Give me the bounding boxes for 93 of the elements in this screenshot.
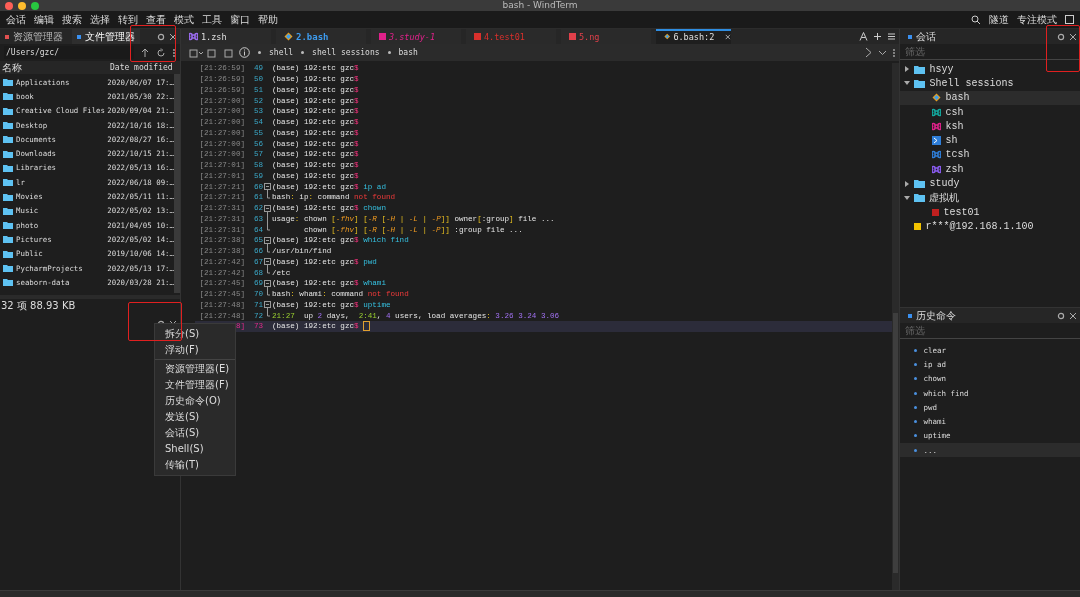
tree-item[interactable]: sh [900,133,1080,148]
tree-item[interactable]: Shell sessions [900,76,1080,91]
settings-icon[interactable] [157,32,165,41]
panel-title: 历史命令 [916,308,957,323]
copy-icon[interactable] [224,47,234,58]
menu-item[interactable]: 历史命令(O) [155,393,236,409]
column-header[interactable]: 名称 [0,60,110,75]
toolbar-button[interactable]: 专注模式 [1017,12,1057,27]
menu-item[interactable]: 帮助 [258,12,278,27]
zoom-window-button[interactable] [31,1,39,10]
filter-field[interactable]: 筛选 [900,323,1080,339]
menu-item[interactable]: 浮动(F) [155,342,236,358]
menu-item[interactable]: 传输(T) [155,457,236,473]
tree-item[interactable]: zsh [900,162,1080,177]
scrollbar[interactable] [892,63,900,590]
folder-icon [914,193,926,203]
close-icon[interactable] [169,32,177,41]
tree-item[interactable]: bash [900,90,1080,105]
menu-item[interactable]: 选择 [90,12,110,27]
terminal-tab[interactable]: 6.bash:2 [656,29,731,44]
close-window-button[interactable] [5,1,13,10]
tree-item[interactable]: tcsh [900,147,1080,163]
fold-icon[interactable] [264,234,271,246]
tree-item[interactable]: study [900,176,1080,191]
menu-item[interactable]: 查看 [146,12,166,27]
tree-item[interactable]: hsyy [900,62,1080,77]
fold-icon[interactable] [264,256,271,268]
chevron-right-icon[interactable] [865,47,874,58]
fold-icon[interactable] [264,299,271,311]
minimize-window-button[interactable] [18,1,26,10]
refresh-icon[interactable] [156,47,166,58]
menu-item[interactable]: 发送(S) [155,409,236,425]
window-title: bash - WindTerm [502,0,578,11]
settings-icon[interactable] [1057,32,1065,41]
menu-item[interactable]: 资源管理器(E) [155,361,236,377]
folder-icon [914,179,926,188]
diamond-icon [284,32,293,41]
toolbar-button[interactable]: 隧道 [989,12,1009,27]
up-arrow-icon[interactable] [140,47,150,58]
menu-item[interactable]: 搜索 [62,12,82,27]
chevron-down-icon[interactable] [878,48,888,57]
close-icon[interactable] [1069,32,1077,41]
tree-item[interactable]: 虚拟机 [900,190,1080,205]
menu-item[interactable]: 会话 [6,12,26,27]
layout-icon[interactable] [1065,15,1074,24]
settings-icon[interactable] [1057,311,1065,320]
filter-field[interactable]: 筛选 [900,44,1080,60]
more-icon[interactable] [172,47,176,58]
collapsed-arrow-icon[interactable] [904,180,911,187]
folder-icon [914,78,926,88]
highlight-frame [1046,25,1080,72]
info-icon[interactable] [239,47,250,58]
column-header[interactable]: Date modified [110,63,173,72]
close-icon[interactable] [725,32,731,41]
fold-icon[interactable] [264,277,271,289]
tree-item[interactable]: ksh [900,119,1080,134]
tree-item[interactable]: r***@192.168.1.100 [900,219,1080,234]
close-icon[interactable] [1069,311,1077,320]
menu-item[interactable]: 会话(S) [155,425,236,441]
search-icon[interactable] [971,14,981,25]
panel-tab[interactable]: 资源管理器 [0,29,68,44]
collapsed-arrow-icon[interactable] [904,66,911,73]
new-tab-icon[interactable] [189,47,219,58]
expanded-arrow-icon[interactable] [904,194,911,201]
add-icon[interactable] [873,32,883,41]
menu-item[interactable]: 文件管理器(F) [155,377,236,393]
menu-item[interactable]: 转到 [118,12,138,27]
diamond-icon [932,93,942,103]
menu-item[interactable]: Shell(S) [155,441,236,457]
menu-item[interactable]: 工具 [202,12,222,27]
panel-title: 会话 [916,29,937,44]
breadcrumb-item[interactable]: shell [269,48,294,57]
font-icon[interactable] [859,32,869,41]
menu-item[interactable]: 编辑 [34,12,54,27]
status-text: 32 项 88.93 KB [1,298,76,313]
tree-item[interactable]: test01 [900,204,1080,220]
menu-icon[interactable] [887,32,897,41]
fold-icon[interactable] [264,202,271,214]
expanded-arrow-icon[interactable] [904,80,911,87]
breadcrumb-item[interactable]: bash [398,48,418,57]
terminal-tab[interactable]: 5.ng [561,29,651,44]
fold-icon[interactable] [264,181,271,193]
menu-item[interactable]: 模式 [174,12,194,27]
terminal-tab[interactable]: 1.zsh [181,29,271,44]
terminal-tab[interactable]: 2.bash [276,29,366,44]
folder-icon [914,64,926,74]
text-cursor [362,321,370,332]
breadcrumb-item[interactable]: shell sessions [312,48,380,57]
path-field[interactable]: /Users/gzc/ [4,46,134,59]
more-icon[interactable] [892,47,897,58]
tree-item[interactable]: csh [900,104,1080,120]
menu-item[interactable]: 窗口 [230,12,250,27]
diamond-icon [664,32,671,41]
